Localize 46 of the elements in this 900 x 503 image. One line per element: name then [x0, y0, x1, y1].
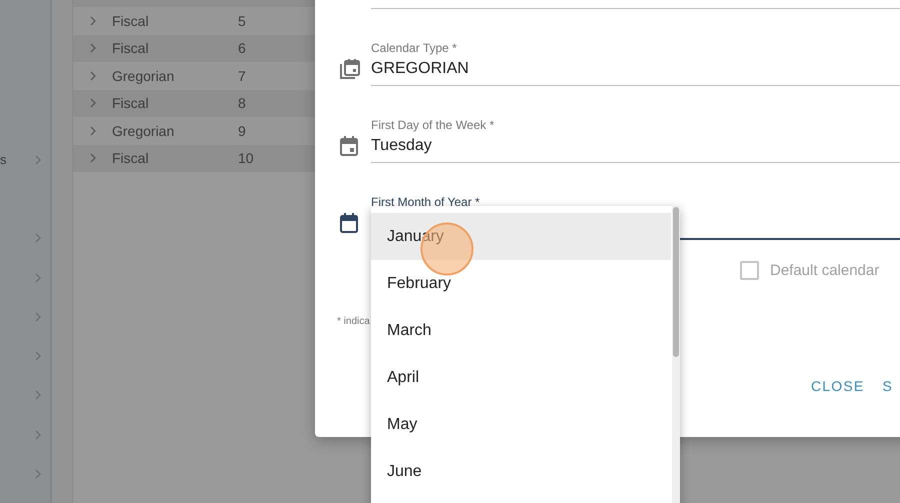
table-cell-text: Gregorian	[112, 68, 176, 84]
chevron-right-icon[interactable]	[90, 126, 96, 136]
table-cell: 7	[238, 68, 246, 84]
table-cell: 10	[238, 150, 254, 166]
chevron-right-icon[interactable]	[35, 312, 41, 322]
chevron-right-icon[interactable]	[90, 70, 96, 81]
menu-item[interactable]: June	[371, 448, 671, 495]
table-cell-text: Fiscal	[112, 150, 150, 166]
calendar-icon	[339, 212, 359, 234]
menu-item[interactable]: April	[371, 354, 671, 401]
table-cell-text: Fiscal	[112, 40, 150, 56]
chevron-right-icon[interactable]	[35, 273, 41, 283]
chevron-right-icon[interactable]	[35, 155, 41, 165]
field-label: First Month of Year *	[371, 195, 480, 209]
chevron-right-icon[interactable]	[90, 16, 96, 26]
dialog-button[interactable]: S	[878, 374, 898, 398]
chevron-right-icon[interactable]	[90, 98, 96, 108]
scrollbar-thumb[interactable]	[673, 207, 679, 357]
sidebar-item[interactable]: s	[0, 152, 6, 167]
chevron-right-icon[interactable]	[35, 233, 41, 243]
chevron-right-icon[interactable]	[90, 43, 96, 54]
checkbox-label: Default calendar	[770, 262, 880, 278]
chevron-right-icon[interactable]	[35, 390, 41, 400]
chevron-right-icon[interactable]	[35, 351, 41, 361]
menu-item[interactable]: May	[371, 401, 671, 448]
chevron-right-icon[interactable]	[35, 469, 41, 479]
dialog-button[interactable]: CLOSE	[807, 374, 868, 398]
menu-item[interactable]: February	[371, 260, 671, 307]
table-cell: 5	[238, 12, 246, 29]
table-cell: 9	[238, 122, 246, 139]
field-label: Calendar Type *	[371, 41, 457, 55]
chevron-right-icon[interactable]	[35, 430, 41, 440]
calendar-icon	[339, 135, 359, 157]
menu-item[interactable]: March	[371, 307, 671, 354]
calendar-stack-icon	[339, 58, 361, 80]
table-cell-text: Fiscal	[112, 95, 150, 112]
table-cell: 8	[238, 95, 246, 112]
table-cell-text: Gregorian	[112, 122, 176, 139]
table-cell-text: Fiscal	[112, 12, 150, 29]
footnote: * indica	[337, 316, 370, 327]
field-label: First Day of the Week *	[371, 118, 494, 132]
select-field[interactable]: GREGORIAN	[371, 59, 900, 86]
table-cell: 6	[238, 40, 246, 56]
chevron-right-icon[interactable]	[90, 153, 96, 164]
checkbox[interactable]	[740, 260, 759, 280]
select-field[interactable]: Tuesday	[371, 136, 900, 163]
